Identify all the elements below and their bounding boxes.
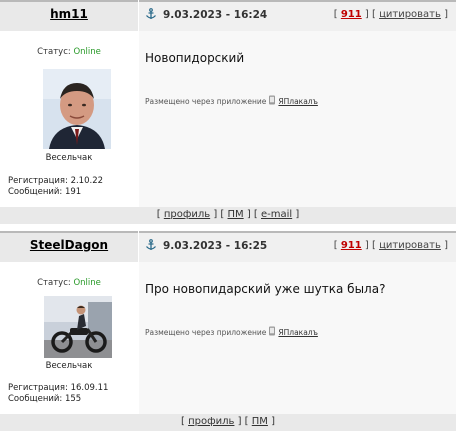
post-number-link[interactable]: 911 — [341, 240, 362, 251]
quote-link[interactable]: цитировать — [379, 9, 441, 20]
email-link[interactable]: e-mail — [261, 209, 292, 220]
status-value: Online — [73, 47, 101, 57]
username-link[interactable]: hm11 — [0, 7, 138, 21]
status-label: Статус: — [37, 278, 71, 288]
avatar — [43, 69, 111, 149]
phone-icon — [269, 95, 276, 105]
author-panel: Статус: Online Весельчак Регистрация: 2.… — [0, 31, 138, 207]
post-content: Новопидорский Размещено через приложение… — [139, 31, 456, 207]
status-row: Статус: Online — [0, 47, 138, 57]
post-number-link[interactable]: 911 — [341, 9, 362, 20]
post-content: Про новопидарский уже шутка была? Размещ… — [139, 262, 456, 438]
anchor-icon[interactable] — [145, 239, 157, 251]
post-text: Про новопидарский уже шутка была? — [145, 282, 386, 296]
quote-link[interactable]: цитировать — [379, 240, 441, 251]
post-date: 9.03.2023 - 16:24 — [163, 9, 268, 21]
post-separator — [0, 224, 456, 231]
profile-link[interactable]: профиль — [188, 416, 234, 427]
post-header-meta: 9.03.2023 - 16:24 [ 911 ] [ цитировать ] — [139, 0, 456, 31]
post: hm11 9.03.2023 - 16:24 [ 911 ] [ цитиров… — [0, 0, 456, 231]
avatar — [44, 296, 112, 358]
app-link[interactable]: ЯПлакалъ — [278, 328, 317, 337]
user-rank: Весельчак — [45, 361, 93, 371]
post-header-meta: 9.03.2023 - 16:25 [ 911 ] [ цитировать ] — [139, 231, 456, 262]
profile-link[interactable]: профиль — [164, 209, 210, 220]
message-count: Сообщений: 155 — [8, 394, 82, 404]
username-link[interactable]: SteelDagon — [0, 238, 138, 252]
pm-link[interactable]: ПМ — [228, 209, 244, 220]
phone-icon — [269, 326, 276, 336]
message-count: Сообщений: 191 — [8, 187, 82, 197]
post-actions: [ 911 ] [ цитировать ] — [333, 9, 448, 20]
posted-via: Размещено через приложение ЯПлакалъ — [145, 326, 318, 337]
forum-thread: hm11 9.03.2023 - 16:24 [ 911 ] [ цитиров… — [0, 0, 456, 445]
post: SteelDagon 9.03.2023 - 16:25 [ 911 ] [ ц… — [0, 231, 456, 445]
footer-links: [ профиль ] [ ПМ ] — [180, 416, 276, 427]
author-panel: Статус: Online Весельчак Регистрация: 16… — [0, 262, 138, 438]
post-header-author: hm11 — [0, 0, 138, 31]
anchor-icon[interactable] — [145, 8, 157, 20]
post-header-author: SteelDagon — [0, 231, 138, 262]
status-label: Статус: — [37, 47, 71, 57]
post-footer: [ профиль ] [ ПМ ] [ e-mail ] — [0, 207, 456, 224]
user-rank: Весельчак — [45, 153, 93, 163]
posted-via-label: Размещено через приложение — [145, 97, 267, 106]
registration-date: Регистрация: 16.09.11 — [8, 383, 109, 393]
registration-date: Регистрация: 2.10.22 — [8, 176, 104, 186]
status-row: Статус: Online — [0, 278, 138, 288]
post-footer: [ профиль ] [ ПМ ] — [0, 414, 456, 431]
pm-link[interactable]: ПМ — [252, 416, 268, 427]
post-header: SteelDagon 9.03.2023 - 16:25 [ 911 ] [ ц… — [0, 231, 456, 262]
status-value: Online — [73, 278, 101, 288]
post-actions: [ 911 ] [ цитировать ] — [333, 240, 448, 251]
post-header: hm11 9.03.2023 - 16:24 [ 911 ] [ цитиров… — [0, 0, 456, 31]
post-date: 9.03.2023 - 16:25 — [163, 240, 268, 252]
post-text: Новопидорский — [145, 51, 245, 65]
post-separator — [0, 431, 456, 438]
app-link[interactable]: ЯПлакалъ — [278, 97, 317, 106]
posted-via: Размещено через приложение ЯПлакалъ — [145, 95, 318, 106]
footer-links: [ профиль ] [ ПМ ] [ e-mail ] — [156, 209, 300, 220]
posted-via-label: Размещено через приложение — [145, 328, 267, 337]
